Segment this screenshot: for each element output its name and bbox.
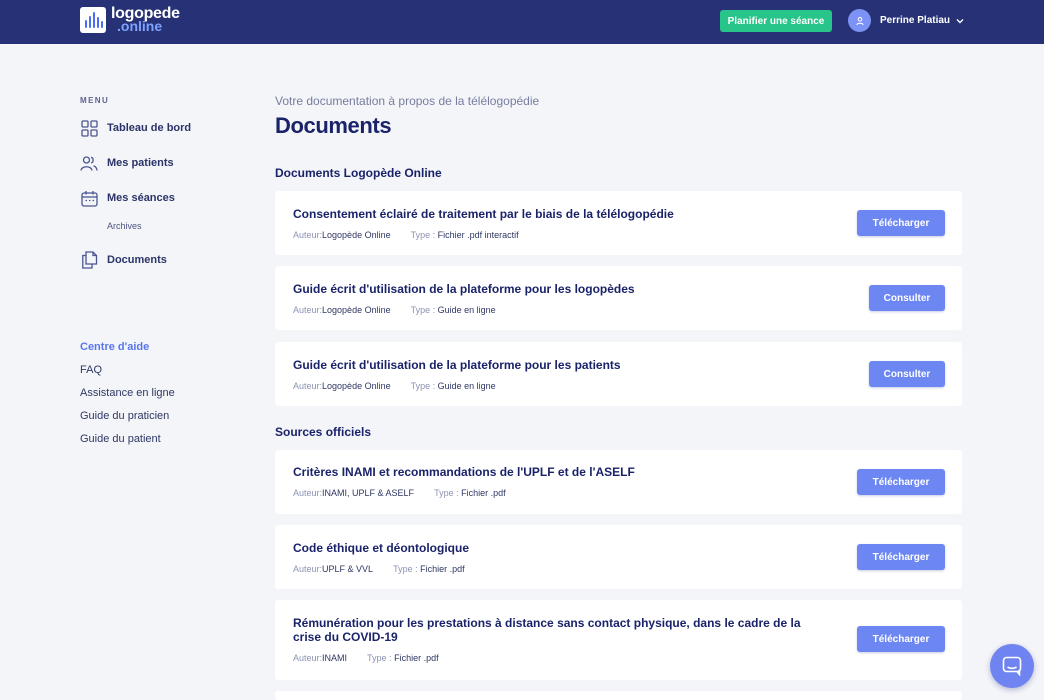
consult-button[interactable]: Consulter: [869, 361, 945, 387]
document-title: Consentement éclairé de traitement par l…: [293, 207, 674, 221]
schedule-session-button[interactable]: Planifier une séance: [720, 10, 832, 32]
sidebar-item-label: Tableau de bord: [107, 122, 192, 134]
document-meta: Auteur: Logopède Online Type : Guide en …: [293, 381, 496, 391]
user-name: Perrine Platiau: [880, 15, 951, 26]
author-value: Logopède Online: [322, 305, 391, 315]
document-card-partial: [275, 691, 962, 700]
logo[interactable]: logopede .online: [80, 6, 180, 33]
document-card: Guide écrit d'utilisation de la platefor…: [275, 266, 962, 330]
user-icon: [855, 16, 864, 25]
download-button[interactable]: Télécharger: [857, 626, 945, 652]
download-button[interactable]: Télécharger: [857, 544, 945, 570]
document-title: Rémunération pour les prestations à dist…: [293, 616, 801, 644]
avatar[interactable]: [848, 9, 871, 32]
author-value: INAMI: [322, 653, 348, 663]
menu-heading: MENU: [80, 96, 110, 105]
author-label: Auteur:: [293, 653, 323, 663]
sidebar-item-documents[interactable]: Documents: [80, 251, 167, 269]
section-title: Sources officiels: [275, 425, 372, 439]
calendar-icon: [80, 189, 98, 207]
type-label: Type :: [393, 564, 418, 574]
author-label: Auteur:: [293, 488, 323, 498]
type-value: Guide en ligne: [437, 305, 496, 315]
author-value: INAMI, UPLF & ASELF: [322, 488, 415, 498]
document-card: Critères INAMI et recommandations de l'U…: [275, 450, 962, 514]
help-link-practitioner-guide[interactable]: Guide du praticien: [80, 410, 169, 422]
type-label: Type :: [410, 305, 436, 315]
chat-icon: [1002, 656, 1022, 676]
sidebar-subitem-archives[interactable]: Archives: [107, 221, 142, 231]
sidebar-item-sessions[interactable]: Mes séances: [80, 189, 175, 207]
type-label: Type :: [434, 488, 459, 498]
author-value: UPLF & VVL: [322, 564, 374, 574]
author-label: Auteur:: [293, 305, 323, 315]
sidebar-item-patients[interactable]: Mes patients: [80, 154, 174, 172]
document-meta: Auteur: Logopède Online Type : Guide en …: [293, 305, 496, 315]
page-subtitle: Votre documentation à propos de la télél…: [275, 94, 540, 108]
document-title: Guide écrit d'utilisation de la platefor…: [293, 358, 621, 372]
document-meta: Auteur: Logopède Online Type : Fichier .…: [293, 230, 519, 240]
author-label: Auteur:: [293, 230, 323, 240]
logo-mark-icon: [80, 7, 106, 33]
sidebar-item-label: Mes séances: [107, 192, 175, 204]
document-title: Code éthique et déontologique: [293, 541, 469, 555]
help-center-heading: Centre d'aide: [80, 341, 150, 353]
help-link-patient-guide[interactable]: Guide du patient: [80, 433, 161, 445]
type-label: Type :: [367, 653, 392, 663]
help-link-online-assistance[interactable]: Assistance en ligne: [80, 387, 175, 399]
document-card: Code éthique et déontologique Auteur: UP…: [275, 525, 962, 589]
author-value: Logopède Online: [322, 381, 391, 391]
type-value: Fichier .pdf: [394, 653, 439, 663]
document-title: Guide écrit d'utilisation de la platefor…: [293, 282, 635, 296]
document-card: Consentement éclairé de traitement par l…: [275, 191, 962, 255]
type-value: Fichier .pdf: [461, 488, 506, 498]
document-meta: Auteur: UPLF & VVL Type : Fichier .pdf: [293, 564, 465, 574]
type-label: Type :: [410, 230, 436, 240]
document-card: Rémunération pour les prestations à dist…: [275, 600, 962, 680]
document-meta: Auteur: INAMI, UPLF & ASELF Type : Fichi…: [293, 488, 506, 498]
type-value: Guide en ligne: [437, 381, 496, 391]
download-button[interactable]: Télécharger: [857, 210, 945, 236]
type-label: Type :: [410, 381, 436, 391]
type-value: Fichier .pdf: [420, 564, 465, 574]
help-link-faq[interactable]: FAQ: [80, 364, 102, 376]
sidebar-item-label: Documents: [107, 254, 167, 266]
type-value: Fichier .pdf interactif: [437, 230, 519, 240]
sidebar-item-label: Mes patients: [107, 157, 174, 169]
author-label: Auteur:: [293, 381, 323, 391]
chevron-down-icon[interactable]: [956, 18, 964, 24]
consult-button[interactable]: Consulter: [869, 285, 945, 311]
section-title: Documents Logopède Online: [275, 166, 442, 180]
document-meta: Auteur: INAMI Type : Fichier .pdf: [293, 653, 439, 663]
chat-launcher-button[interactable]: [990, 644, 1034, 688]
top-navbar: logopede .online Planifier une séance Pe…: [0, 0, 1044, 44]
user-menu[interactable]: Perrine Platiau: [848, 9, 964, 32]
documents-icon: [80, 251, 98, 269]
sidebar-item-dashboard[interactable]: Tableau de bord: [80, 119, 191, 137]
download-button[interactable]: Télécharger: [857, 469, 945, 495]
document-title: Critères INAMI et recommandations de l'U…: [293, 465, 635, 479]
author-value: Logopède Online: [322, 230, 391, 240]
dashboard-icon: [80, 119, 98, 137]
document-card: Guide écrit d'utilisation de la platefor…: [275, 342, 962, 406]
page-title: Documents: [275, 113, 392, 138]
author-label: Auteur:: [293, 564, 323, 574]
users-icon: [80, 154, 98, 172]
